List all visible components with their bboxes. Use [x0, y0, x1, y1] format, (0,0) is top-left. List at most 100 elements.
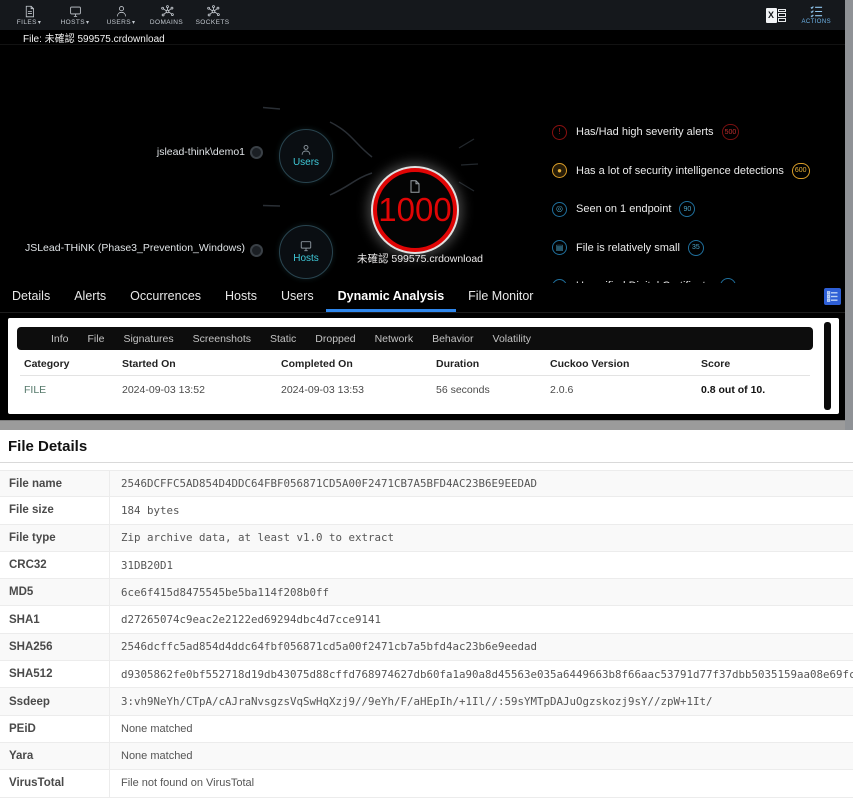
- caret-down-icon: ▾: [86, 20, 89, 26]
- file-details-heading: File Details: [0, 430, 853, 463]
- detection-dot-icon: ●: [552, 163, 567, 178]
- excel-grid-icon: [778, 9, 786, 22]
- nav-item-label: DOMAINS: [150, 19, 184, 26]
- detail-value: File not found on VirusTotal: [110, 770, 853, 796]
- nav-item-label: SOCKETS: [196, 19, 231, 26]
- nav-item-files[interactable]: FILES▾: [6, 0, 52, 30]
- evidence-text: File is relatively small: [576, 242, 680, 254]
- actions-button[interactable]: ACTIONS: [802, 5, 831, 25]
- detail-row-file-size: File size 184 bytes: [0, 497, 853, 524]
- subtab-screenshots[interactable]: Screenshots: [193, 333, 251, 345]
- detail-label: CRC32: [0, 552, 110, 578]
- evidence-file-small[interactable]: ▤ File is relatively small 35: [552, 240, 852, 256]
- network-nodes-icon: [160, 5, 175, 18]
- detail-value: 6ce6f415d8475545be5ba114f208b0ff: [110, 579, 853, 605]
- detail-row-peid: PEiD None matched: [0, 716, 853, 743]
- detail-row-sha256: SHA256 2546dcffc5ad854d4ddc64fbf056871cd…: [0, 634, 853, 661]
- tab-details[interactable]: Details: [0, 283, 62, 312]
- score-value: 0.8 out of 10.: [697, 376, 810, 405]
- file-title: File: 未確認 599575.crdownload: [23, 30, 165, 45]
- nav-item-users[interactable]: USERS▾: [98, 0, 144, 30]
- file-icon: [22, 5, 37, 18]
- col-started-on: Started On: [118, 350, 277, 376]
- detail-label: PEiD: [0, 716, 110, 742]
- evidence-score-badge: 35: [688, 240, 704, 256]
- file-details-table: File name 2546DCFFC5AD854D4DDC64FBF05687…: [0, 470, 853, 798]
- excel-export-button[interactable]: X: [766, 7, 786, 24]
- host-mini-node[interactable]: [250, 244, 263, 257]
- detail-label: SHA256: [0, 634, 110, 660]
- actions-label: ACTIONS: [802, 19, 831, 25]
- evidence-score-badge: 500: [722, 124, 740, 140]
- tab-users[interactable]: Users: [269, 283, 326, 312]
- file-title-bar: File: 未確認 599575.crdownload: [0, 30, 853, 45]
- evidence-score-badge: 600: [792, 163, 810, 179]
- nav-item-domains[interactable]: DOMAINS: [144, 0, 190, 30]
- subtab-volatility[interactable]: Volatility: [493, 333, 532, 345]
- tab-alerts[interactable]: Alerts: [62, 283, 118, 312]
- evidence-seen-endpoint[interactable]: ◎ Seen on 1 endpoint 90: [552, 201, 852, 217]
- score-file-label: 未確認 599575.crdownload: [335, 251, 505, 266]
- detail-value: d27265074c9eac2e2122ed69294dbc4d7cce9141: [110, 606, 853, 632]
- report-vertical-scrollbar[interactable]: [824, 322, 831, 410]
- tab-occurrences[interactable]: Occurrences: [118, 283, 213, 312]
- evidence-text: Seen on 1 endpoint: [576, 203, 671, 215]
- col-completed-on: Completed On: [277, 350, 432, 376]
- detail-label: MD5: [0, 579, 110, 605]
- started-on-value: 2024-09-03 13:52: [118, 376, 277, 405]
- detail-value: None matched: [110, 716, 853, 742]
- users-node[interactable]: Users: [279, 129, 333, 183]
- detail-value: 2546DCFFC5AD854D4DDC64FBF056871CD5A00F24…: [110, 471, 853, 496]
- detail-row-md5: MD5 6ce6f415d8475545be5ba114f208b0ff: [0, 579, 853, 606]
- subtab-signatures[interactable]: Signatures: [123, 333, 173, 345]
- tab-dynamic-analysis[interactable]: Dynamic Analysis: [326, 283, 457, 312]
- detail-row-crc32: CRC32 31DB20D1: [0, 552, 853, 579]
- nav-item-label: HOSTS▾: [61, 19, 90, 26]
- category-file-link[interactable]: FILE: [20, 376, 118, 405]
- users-node-text: Users: [293, 157, 319, 168]
- page-vertical-scrollbar[interactable]: [845, 0, 853, 430]
- list-icon: [827, 291, 838, 302]
- evidence-intel-detections[interactable]: ● Has a lot of security intelligence det…: [552, 163, 852, 179]
- horizontal-scrollbar-track[interactable]: [0, 420, 853, 430]
- detail-row-sha1: SHA1 d27265074c9eac2e2122ed69294dbc4d7cc…: [0, 606, 853, 633]
- detail-value: 184 bytes: [110, 497, 853, 523]
- tab-hosts[interactable]: Hosts: [213, 283, 269, 312]
- detail-row-sha512: SHA512 d9305862fe0bf552718d19db43075d88c…: [0, 661, 853, 688]
- caret-down-icon: ▾: [38, 20, 41, 26]
- subtab-info[interactable]: Info: [51, 333, 69, 345]
- detail-row-yara: Yara None matched: [0, 743, 853, 770]
- subtab-dropped[interactable]: Dropped: [315, 333, 355, 345]
- detail-value: 2546dcffc5ad854d4ddc64fbf056871cd5a00f24…: [110, 634, 853, 660]
- nav-item-sockets[interactable]: SOCKETS: [190, 0, 236, 30]
- tab-list-menu-button[interactable]: [824, 288, 841, 305]
- hosts-node[interactable]: Hosts: [279, 225, 333, 279]
- detail-value: Zip archive data, at least v1.0 to extra…: [110, 525, 853, 551]
- evidence-high-severity[interactable]: ! Has/Had high severity alerts 500: [552, 124, 852, 140]
- detail-row-file-type: File type Zip archive data, at least v1.…: [0, 525, 853, 552]
- users-icon: [299, 144, 313, 156]
- report-subtab-bar: Info File Signatures Screenshots Static …: [17, 327, 813, 350]
- evidence-score-badge: 90: [679, 201, 695, 217]
- user-mini-node[interactable]: [250, 146, 263, 159]
- detail-label: File type: [0, 525, 110, 551]
- network-nodes-icon: [206, 5, 221, 18]
- detail-value: 3:vh9NeYh/CTpA/cAJraNvsgzsVqSwHqXzj9//9e…: [110, 688, 853, 714]
- nav-item-label: USERS▾: [107, 19, 136, 26]
- subtab-static[interactable]: Static: [270, 333, 296, 345]
- col-score: Score: [697, 350, 810, 376]
- alarm-bell-icon: !: [552, 125, 567, 140]
- caret-down-icon: ▾: [132, 20, 135, 26]
- hosts-node-text: Hosts: [293, 253, 319, 264]
- detail-label: File size: [0, 497, 110, 523]
- subtab-behavior[interactable]: Behavior: [432, 333, 473, 345]
- small-file-icon: ▤: [552, 240, 567, 255]
- tab-file-monitor[interactable]: File Monitor: [456, 283, 545, 312]
- nav-item-hosts[interactable]: HOSTS▾: [52, 0, 98, 30]
- subtab-file[interactable]: File: [88, 333, 105, 345]
- subtab-network[interactable]: Network: [375, 333, 414, 345]
- excel-icon: X: [766, 8, 777, 23]
- file-score-node[interactable]: 1000: [373, 168, 457, 252]
- col-cuckoo-version: Cuckoo Version: [546, 350, 697, 376]
- file-details-section: File Details File name 2546DCFFC5AD854D4…: [0, 430, 853, 800]
